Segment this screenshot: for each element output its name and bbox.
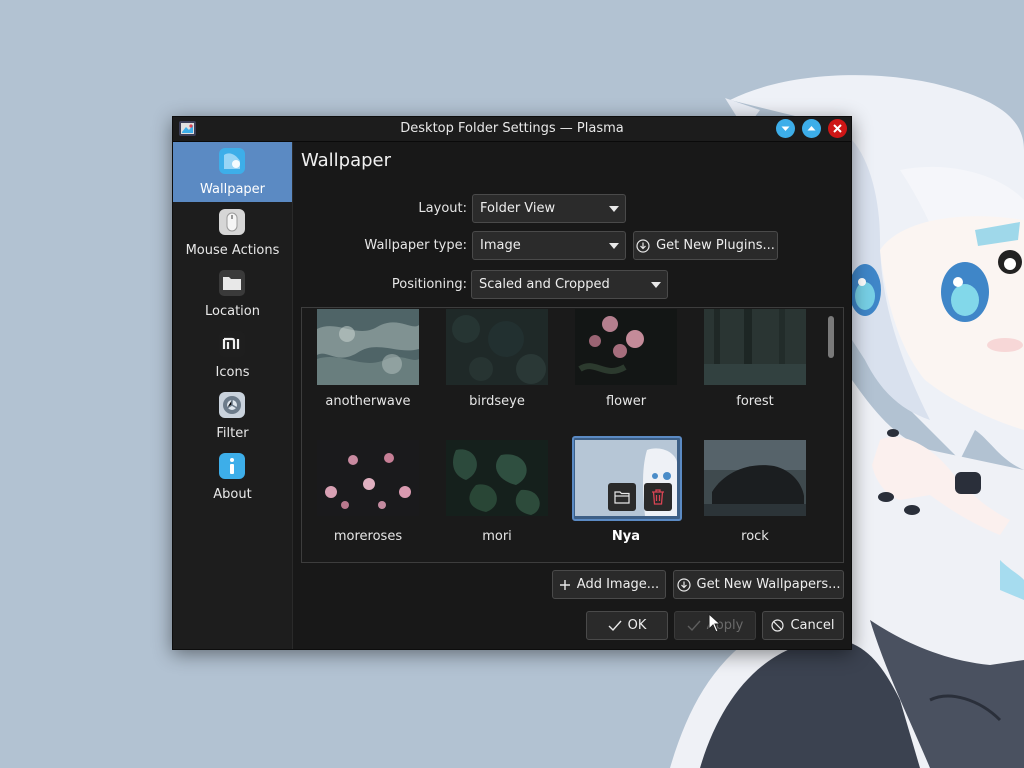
positioning-select-value: Scaled and Cropped <box>479 277 610 292</box>
wallpaper-name: forest <box>736 394 774 409</box>
wallpaper-thumbnail <box>446 309 548 385</box>
get-new-wallpapers-label: Get New Wallpapers... <box>696 577 841 592</box>
wallpaper-icon <box>219 148 245 174</box>
maximize-button[interactable] <box>802 119 821 138</box>
chevron-down-icon <box>609 243 619 249</box>
window-title: Desktop Folder Settings — Plasma <box>400 121 624 136</box>
ok-label: OK <box>627 618 647 633</box>
close-icon <box>828 119 847 138</box>
wallpaper-tile-forest[interactable]: forest <box>704 309 814 413</box>
wallpaper-type-select-value: Image <box>480 238 521 253</box>
positioning-label: Positioning: <box>391 277 467 292</box>
open-folder-button[interactable] <box>608 483 636 511</box>
wallpaper-name: birdseye <box>469 394 525 409</box>
mouse-pointer-icon <box>708 613 722 633</box>
checkmark-icon <box>608 620 622 631</box>
wallpaper-thumbnail <box>704 309 806 385</box>
sidebar-label-location: Location <box>205 304 260 319</box>
close-button[interactable] <box>828 119 847 138</box>
layout-label: Layout: <box>418 201 467 216</box>
chevron-down-icon <box>609 206 619 212</box>
wallpaper-name: mori <box>482 529 512 544</box>
sidebar-label-filter: Filter <box>216 426 249 441</box>
wallpaper-name: Nya <box>611 529 641 544</box>
mouse-icon <box>219 209 245 235</box>
get-new-plugins-label: Get New Plugins... <box>656 238 775 253</box>
title-bar[interactable]: Desktop Folder Settings — Plasma <box>173 117 851 142</box>
sidebar-item-mouse-actions[interactable]: Mouse Actions <box>173 203 292 263</box>
info-icon <box>219 453 245 479</box>
folder-open-icon <box>614 491 630 504</box>
desktop-folder-settings-dialog: Desktop Folder Settings — Plasma Wallpap… <box>172 116 852 650</box>
sidebar-label-about: About <box>213 487 252 502</box>
cancel-icon <box>771 619 785 632</box>
download-icon <box>676 577 691 592</box>
sidebar-item-about[interactable]: About <box>173 447 292 507</box>
wallpaper-thumbnail <box>575 309 677 385</box>
cancel-button[interactable]: Cancel <box>762 611 844 640</box>
wallpaper-name: moreroses <box>333 529 403 544</box>
wallpaper-thumbnail <box>317 309 419 385</box>
chevron-down-icon <box>651 282 661 288</box>
wallpaper-thumbnail <box>446 440 548 516</box>
add-image-label: Add Image... <box>576 577 660 592</box>
sidebar-item-wallpaper[interactable]: Wallpaper <box>173 142 292 202</box>
wallpaper-type-select[interactable]: Image <box>472 231 626 260</box>
positioning-select[interactable]: Scaled and Cropped <box>471 270 668 299</box>
get-new-wallpapers-button[interactable]: Get New Wallpapers... <box>673 570 844 599</box>
trash-icon <box>652 489 664 505</box>
settings-sidebar: Wallpaper Mouse Actions Location Icons F… <box>173 142 293 649</box>
wallpaper-name: flower <box>605 394 647 409</box>
wallpaper-tile-mori[interactable]: mori <box>446 440 556 544</box>
sidebar-label-mouse-actions: Mouse Actions <box>185 243 280 258</box>
download-icon <box>636 238 650 253</box>
wallpaper-tile-birdseye[interactable]: birdseye <box>446 309 556 413</box>
sidebar-item-filter[interactable]: Filter <box>173 386 292 446</box>
sidebar-item-location[interactable]: Location <box>173 264 292 324</box>
filter-icon <box>219 392 245 418</box>
icons-icon <box>219 331 245 357</box>
sidebar-label-icons: Icons <box>215 365 250 380</box>
sidebar-label-wallpaper: Wallpaper <box>199 182 266 197</box>
minimize-button[interactable] <box>776 119 795 138</box>
wallpaper-grid[interactable]: anotherwave birdseye flower forest morer… <box>301 307 844 563</box>
wallpaper-tile-rock[interactable]: rock <box>704 440 814 544</box>
wallpaper-tile-nya[interactable]: Nya <box>575 440 685 544</box>
layout-select[interactable]: Folder View <box>472 194 626 223</box>
ok-button[interactable]: OK <box>586 611 668 640</box>
add-image-button[interactable]: Add Image... <box>552 570 666 599</box>
wallpaper-thumbnail <box>704 440 806 516</box>
minimize-icon <box>776 119 795 138</box>
wallpaper-tile-moreroses[interactable]: moreroses <box>317 440 427 544</box>
sidebar-item-icons[interactable]: Icons <box>173 325 292 385</box>
maximize-icon <box>802 119 821 138</box>
grid-scrollbar[interactable] <box>828 316 834 358</box>
plus-icon <box>559 579 570 590</box>
folder-icon <box>219 270 245 296</box>
delete-wallpaper-button[interactable] <box>644 483 672 511</box>
wallpaper-name: rock <box>741 529 769 544</box>
wallpaper-tile-flower[interactable]: flower <box>575 309 685 413</box>
wallpaper-type-label: Wallpaper type: <box>364 238 467 253</box>
wallpaper-tile-anotherwave[interactable]: anotherwave <box>317 309 427 413</box>
checkmark-icon <box>687 620 701 631</box>
wallpaper-thumbnail <box>317 440 419 516</box>
page-title: Wallpaper <box>301 150 392 171</box>
layout-select-value: Folder View <box>480 201 556 216</box>
cancel-label: Cancel <box>790 618 835 633</box>
get-new-plugins-button[interactable]: Get New Plugins... <box>633 231 778 260</box>
wallpaper-name: anotherwave <box>325 394 411 409</box>
